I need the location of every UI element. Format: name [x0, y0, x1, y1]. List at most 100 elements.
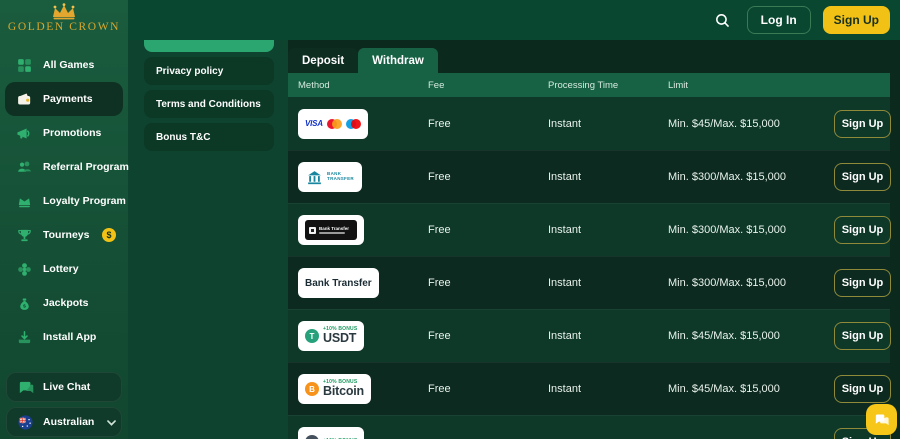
bank-transfer-wordmark: BANKTRANSFER [327, 172, 354, 182]
fee-cell: Free [428, 118, 548, 130]
clover-icon [16, 261, 33, 278]
bank-icon [306, 169, 323, 186]
wallet-icon [16, 91, 33, 108]
sidebar-item-install-app[interactable]: Install App [0, 320, 128, 354]
method-cell: B+10% BONUSBitcoin [298, 374, 428, 404]
table-row: VISAFreeInstantMin. $45/Max. $15,000Sign… [288, 97, 890, 150]
brand-logo[interactable]: GOLDEN CROWN [0, 3, 128, 33]
table-row: +10% BONUSSign Up [288, 415, 890, 439]
subnav-item-terms[interactable]: Terms and Conditions [144, 90, 274, 118]
fee-cell: Free [428, 277, 548, 289]
chat-bubbles-icon [873, 411, 890, 428]
mastercard-icon [327, 119, 342, 129]
column-header: Limit [668, 80, 834, 91]
trophy-icon [16, 227, 33, 244]
sidebar-item-label: Referral Program [43, 161, 129, 173]
login-button[interactable]: Log In [747, 6, 811, 34]
header-actions: Log In Sign Up [711, 0, 890, 40]
time-cell: Instant [548, 277, 668, 289]
method-cell: Bank Transfer [298, 268, 428, 298]
subnav-item-label: Privacy policy [156, 66, 223, 77]
sidebar-item-lottery[interactable]: Lottery [0, 252, 128, 286]
table-row: Bank Transfer FreeInstantMin. $300/Max. $… [288, 203, 890, 256]
megaphone-icon [16, 125, 33, 142]
bank-transfer-text-label: Bank Transfer [305, 278, 372, 289]
table-row: B+10% BONUSBitcoinFreeInstantMin. $45/Ma… [288, 362, 890, 415]
table-row: Bank Transfer FreeInstantMin. $300/Max. $… [288, 256, 890, 309]
grid-icon [16, 57, 33, 74]
row-signup-button[interactable]: Sign Up [834, 375, 891, 403]
language-selector[interactable]: Australian [6, 407, 122, 437]
sidebar-item-payments[interactable]: Payments [5, 82, 123, 116]
subnav-item-bonus-tc[interactable]: Bonus T&C [144, 123, 274, 151]
row-signup-button[interactable]: Sign Up [834, 269, 891, 297]
chat-icon [17, 379, 34, 396]
sidebar-item-jackpots[interactable]: $ Jackpots [0, 286, 128, 320]
fee-cell: Free [428, 383, 548, 395]
sidebar-nav: All Games Payments Promotions Referral Prog… [0, 48, 128, 354]
brand-name: GOLDEN CROWN [0, 21, 128, 33]
chat-fab-button[interactable] [866, 404, 897, 435]
live-chat-button[interactable]: Live Chat [6, 372, 122, 402]
coin-icon [305, 435, 319, 439]
bank-transfer-dark-label: Bank Transfer [319, 226, 349, 231]
chevron-down-icon [103, 414, 120, 431]
header-signup-button[interactable]: Sign Up [823, 6, 890, 34]
maestro-icon [346, 119, 361, 129]
row-signup-button[interactable]: Sign Up [834, 163, 891, 191]
column-header: Processing Time [548, 80, 668, 91]
subnav-item-privacy[interactable]: Privacy policy [144, 57, 274, 85]
bank-transfer-dark-subtext-bar [319, 232, 345, 234]
table-row: T+10% BONUSUSDTFreeInstantMin. $45/Max. … [288, 309, 890, 362]
time-cell: Instant [548, 224, 668, 236]
crown-icon [16, 193, 33, 210]
sidebar-item-referral-program[interactable]: Referral Program [0, 150, 128, 184]
sidebar: GOLDEN CROWN All Games Payments Promotions… [0, 0, 128, 439]
crypto-name-label: Bitcoin [323, 385, 364, 398]
tab-withdraw[interactable]: Withdraw [358, 48, 438, 73]
method-badge-cards: VISA [298, 109, 368, 139]
crypto-name-label: USDT [323, 332, 357, 345]
fee-cell: Free [428, 330, 548, 342]
svg-text:$: $ [23, 303, 26, 309]
sidebar-item-label: Tourneys [43, 229, 89, 241]
sidebar-item-all-games[interactable]: All Games [0, 48, 128, 82]
fee-cell: Free [428, 224, 548, 236]
method-cell: T+10% BONUSUSDT [298, 321, 428, 351]
table-row: BANKTRANSFERFreeInstantMin. $300/Max. $1… [288, 150, 890, 203]
sidebar-item-label: Payments [43, 93, 93, 105]
fee-cell: Free [428, 171, 548, 183]
row-signup-button[interactable]: Sign Up [834, 110, 891, 138]
tab-deposit[interactable]: Deposit [288, 48, 358, 73]
bank-transfer-line: TRANSFER [327, 177, 354, 182]
search-icon[interactable] [711, 8, 735, 32]
time-cell: Instant [548, 330, 668, 342]
method-cell: Bank Transfer [298, 215, 428, 245]
sidebar-item-loyalty-program[interactable]: Loyalty Program [0, 184, 128, 218]
method-badge-crypto: B+10% BONUSBitcoin [298, 374, 371, 404]
method-cell: VISA [298, 109, 428, 139]
sidebar-item-promotions[interactable]: Promotions [0, 116, 128, 150]
row-signup-button[interactable]: Sign Up [834, 216, 891, 244]
subnav-item-label: Bonus T&C [156, 132, 210, 143]
table-header: MethodFeeProcessing TimeLimit [288, 73, 890, 97]
sidebar-item-tourneys[interactable]: Tourneys $ [0, 218, 128, 252]
sidebar-item-label: Loyalty Program [43, 195, 126, 207]
method-cell: +10% BONUS [298, 427, 428, 439]
download-icon [16, 329, 33, 346]
sidebar-item-label: Lottery [43, 263, 79, 275]
moneybag-icon: $ [16, 295, 33, 312]
visa-wordmark: VISA [305, 119, 323, 128]
method-badge-crypto: T+10% BONUSUSDT [298, 321, 364, 351]
limit-cell: Min. $300/Max. $15,000 [668, 224, 834, 236]
method-badge-crypto: +10% BONUS [298, 427, 364, 439]
tourneys-bonus-badge: $ [102, 228, 116, 242]
method-cell: BANKTRANSFER [298, 162, 428, 192]
secondary-nav: Privacy policy Terms and Conditions Bonus … [144, 24, 274, 156]
sidebar-item-label: Promotions [43, 127, 101, 139]
limit-cell: Min. $45/Max. $15,000 [668, 118, 834, 130]
sidebar-item-label: Jackpots [43, 297, 89, 309]
limit-cell: Min. $300/Max. $15,000 [668, 277, 834, 289]
row-signup-button[interactable]: Sign Up [834, 322, 891, 350]
bank-transfer-dark-logo: Bank Transfer [305, 220, 357, 240]
